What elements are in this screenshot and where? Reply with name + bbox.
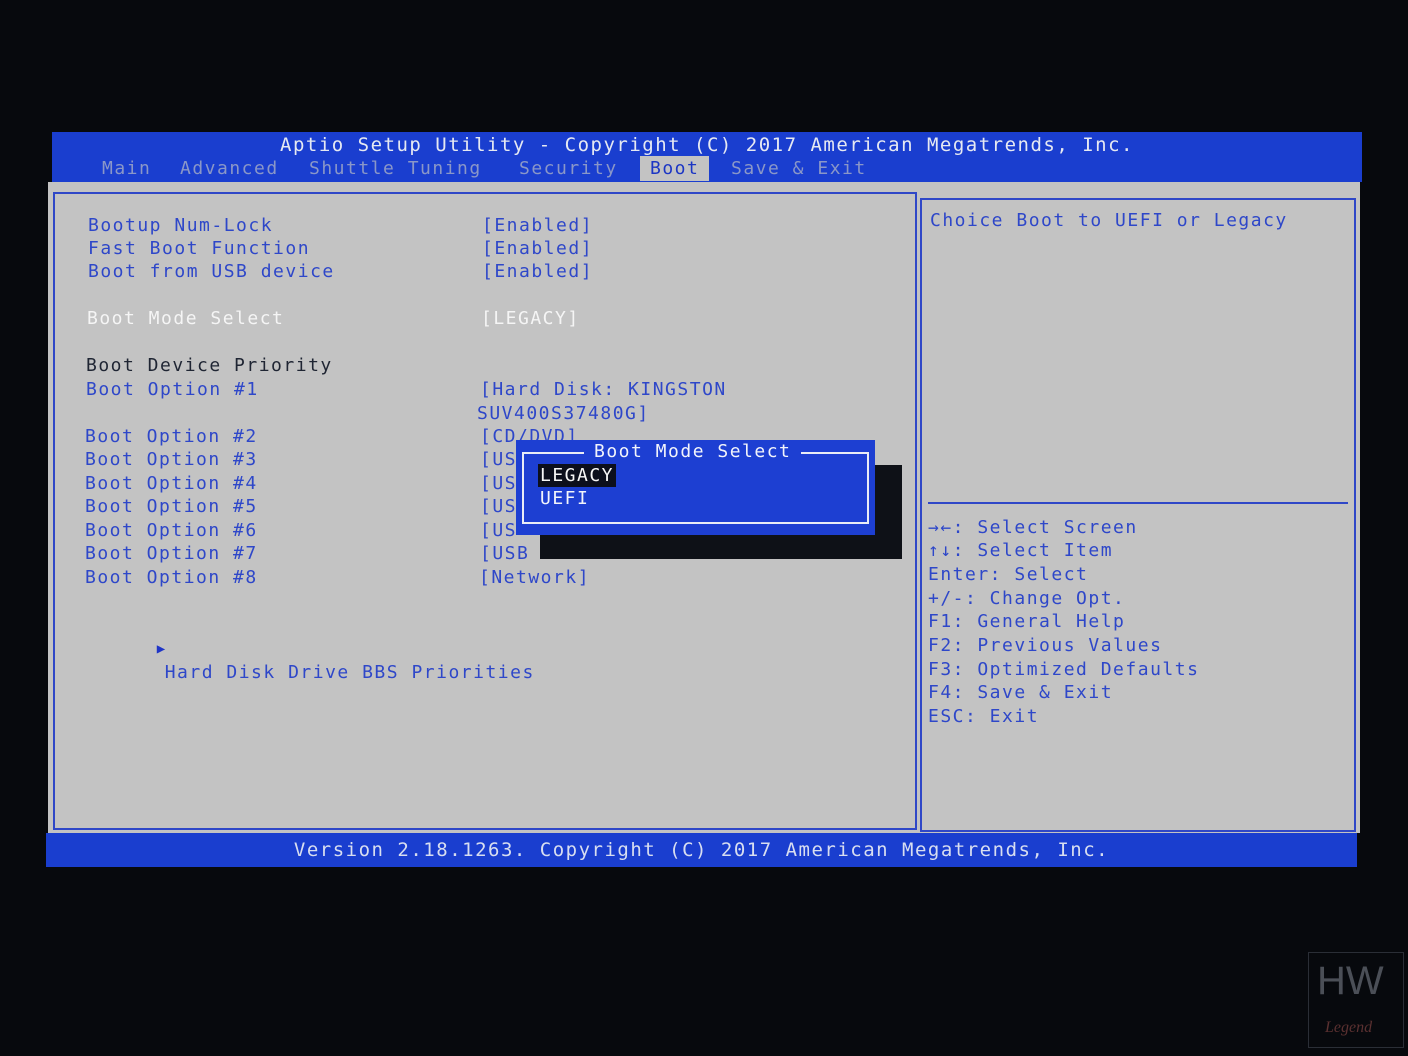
setting-bootup-num-lock-value[interactable]: [Enabled] bbox=[482, 214, 593, 237]
boot-mode-popup: Boot Mode Select LEGACY UEFI bbox=[516, 440, 875, 535]
boot-option-3-value[interactable]: [US bbox=[480, 448, 517, 471]
boot-option-4[interactable]: Boot Option #4 bbox=[85, 472, 258, 495]
key-hint-select-item: ↑↓: Select Item bbox=[928, 540, 1114, 561]
boot-option-1[interactable]: Boot Option #1 bbox=[86, 378, 259, 401]
key-hint-change-opt: +/-: Change Opt. bbox=[928, 588, 1126, 609]
setting-boot-mode-select[interactable]: Boot Mode Select bbox=[87, 307, 284, 330]
tab-bar: Main Advanced Shuttle Tuning Security Bo… bbox=[52, 156, 1362, 181]
boot-option-1-value-line2: SUV400S37480G] bbox=[477, 403, 650, 424]
boot-option-5[interactable]: Boot Option #5 bbox=[85, 495, 258, 518]
boot-option-8-value[interactable]: [Network] bbox=[479, 566, 590, 589]
title-text: Aptio Setup Utility - Copyright (C) 2017… bbox=[280, 134, 1134, 156]
help-divider bbox=[928, 502, 1348, 504]
boot-option-2[interactable]: Boot Option #2 bbox=[85, 425, 258, 448]
boot-option-5-value[interactable]: [US bbox=[480, 495, 517, 518]
boot-option-3[interactable]: Boot Option #3 bbox=[85, 448, 258, 471]
popup-option-uefi[interactable]: UEFI bbox=[540, 487, 589, 510]
bios-screen: Aptio Setup Utility - Copyright (C) 2017… bbox=[0, 0, 1408, 1056]
key-hint-f4: F4: Save & Exit bbox=[928, 682, 1114, 703]
key-hint-select-screen: →←: Select Screen bbox=[928, 517, 1138, 538]
tab-shuttle-tuning[interactable]: Shuttle Tuning bbox=[309, 156, 482, 181]
watermark-subtext: Legend bbox=[1325, 1019, 1373, 1036]
key-hint-esc: ESC: Exit bbox=[928, 706, 1040, 727]
tab-boot[interactable]: Boot bbox=[640, 156, 710, 181]
watermark-logo: HW Legend bbox=[1308, 952, 1404, 1048]
setting-boot-usb-value[interactable]: [Enabled] bbox=[482, 260, 593, 283]
title-bar: Aptio Setup Utility - Copyright (C) 2017… bbox=[52, 132, 1362, 182]
footer-text: Version 2.18.1263. Copyright (C) 2017 Am… bbox=[293, 839, 1110, 861]
section-boot-device-priority: Boot Device Priority bbox=[86, 355, 333, 376]
setting-fast-boot-value[interactable]: [Enabled] bbox=[482, 237, 593, 260]
tab-save-exit[interactable]: Save & Exit bbox=[731, 156, 867, 181]
key-hint-f1: F1: General Help bbox=[928, 611, 1126, 632]
tab-advanced[interactable]: Advanced bbox=[180, 156, 279, 181]
setting-boot-usb[interactable]: Boot from USB device bbox=[88, 260, 335, 283]
boot-option-7-value[interactable]: [USB bbox=[480, 542, 529, 565]
setting-boot-mode-select-value[interactable]: [LEGACY] bbox=[481, 307, 580, 330]
boot-option-6-value[interactable]: [US bbox=[480, 519, 517, 542]
key-hint-f3: F3: Optimized Defaults bbox=[928, 659, 1200, 680]
footer-bar: Version 2.18.1263. Copyright (C) 2017 Am… bbox=[46, 833, 1357, 867]
boot-option-7[interactable]: Boot Option #7 bbox=[85, 542, 258, 565]
key-hint-enter: Enter: Select bbox=[928, 564, 1089, 585]
boot-option-8[interactable]: Boot Option #8 bbox=[85, 566, 258, 589]
submenu-arrow-icon: ▶ bbox=[156, 641, 167, 657]
setting-bootup-num-lock[interactable]: Bootup Num-Lock bbox=[88, 214, 273, 237]
setting-fast-boot[interactable]: Fast Boot Function bbox=[88, 237, 310, 260]
boot-option-6[interactable]: Boot Option #6 bbox=[85, 519, 258, 542]
key-hint-f2: F2: Previous Values bbox=[928, 635, 1163, 656]
submenu-label: Hard Disk Drive BBS Priorities bbox=[164, 662, 535, 683]
popup-title: Boot Mode Select bbox=[584, 440, 802, 464]
boot-option-4-value[interactable]: [US bbox=[480, 472, 517, 495]
tab-main[interactable]: Main bbox=[102, 156, 151, 181]
help-panel: Choice Boot to UEFI or Legacy →←: Select… bbox=[920, 198, 1356, 832]
watermark-text: HW bbox=[1317, 959, 1384, 1003]
boot-option-1-value[interactable]: [Hard Disk: KINGSTON bbox=[480, 378, 727, 401]
submenu-hdd-bbs-priorities[interactable]: ▶ Hard Disk Drive BBS Priorities bbox=[58, 613, 535, 683]
tab-security[interactable]: Security bbox=[519, 156, 618, 181]
help-description: Choice Boot to UEFI or Legacy bbox=[930, 210, 1288, 231]
popup-option-legacy[interactable]: LEGACY bbox=[538, 464, 617, 487]
